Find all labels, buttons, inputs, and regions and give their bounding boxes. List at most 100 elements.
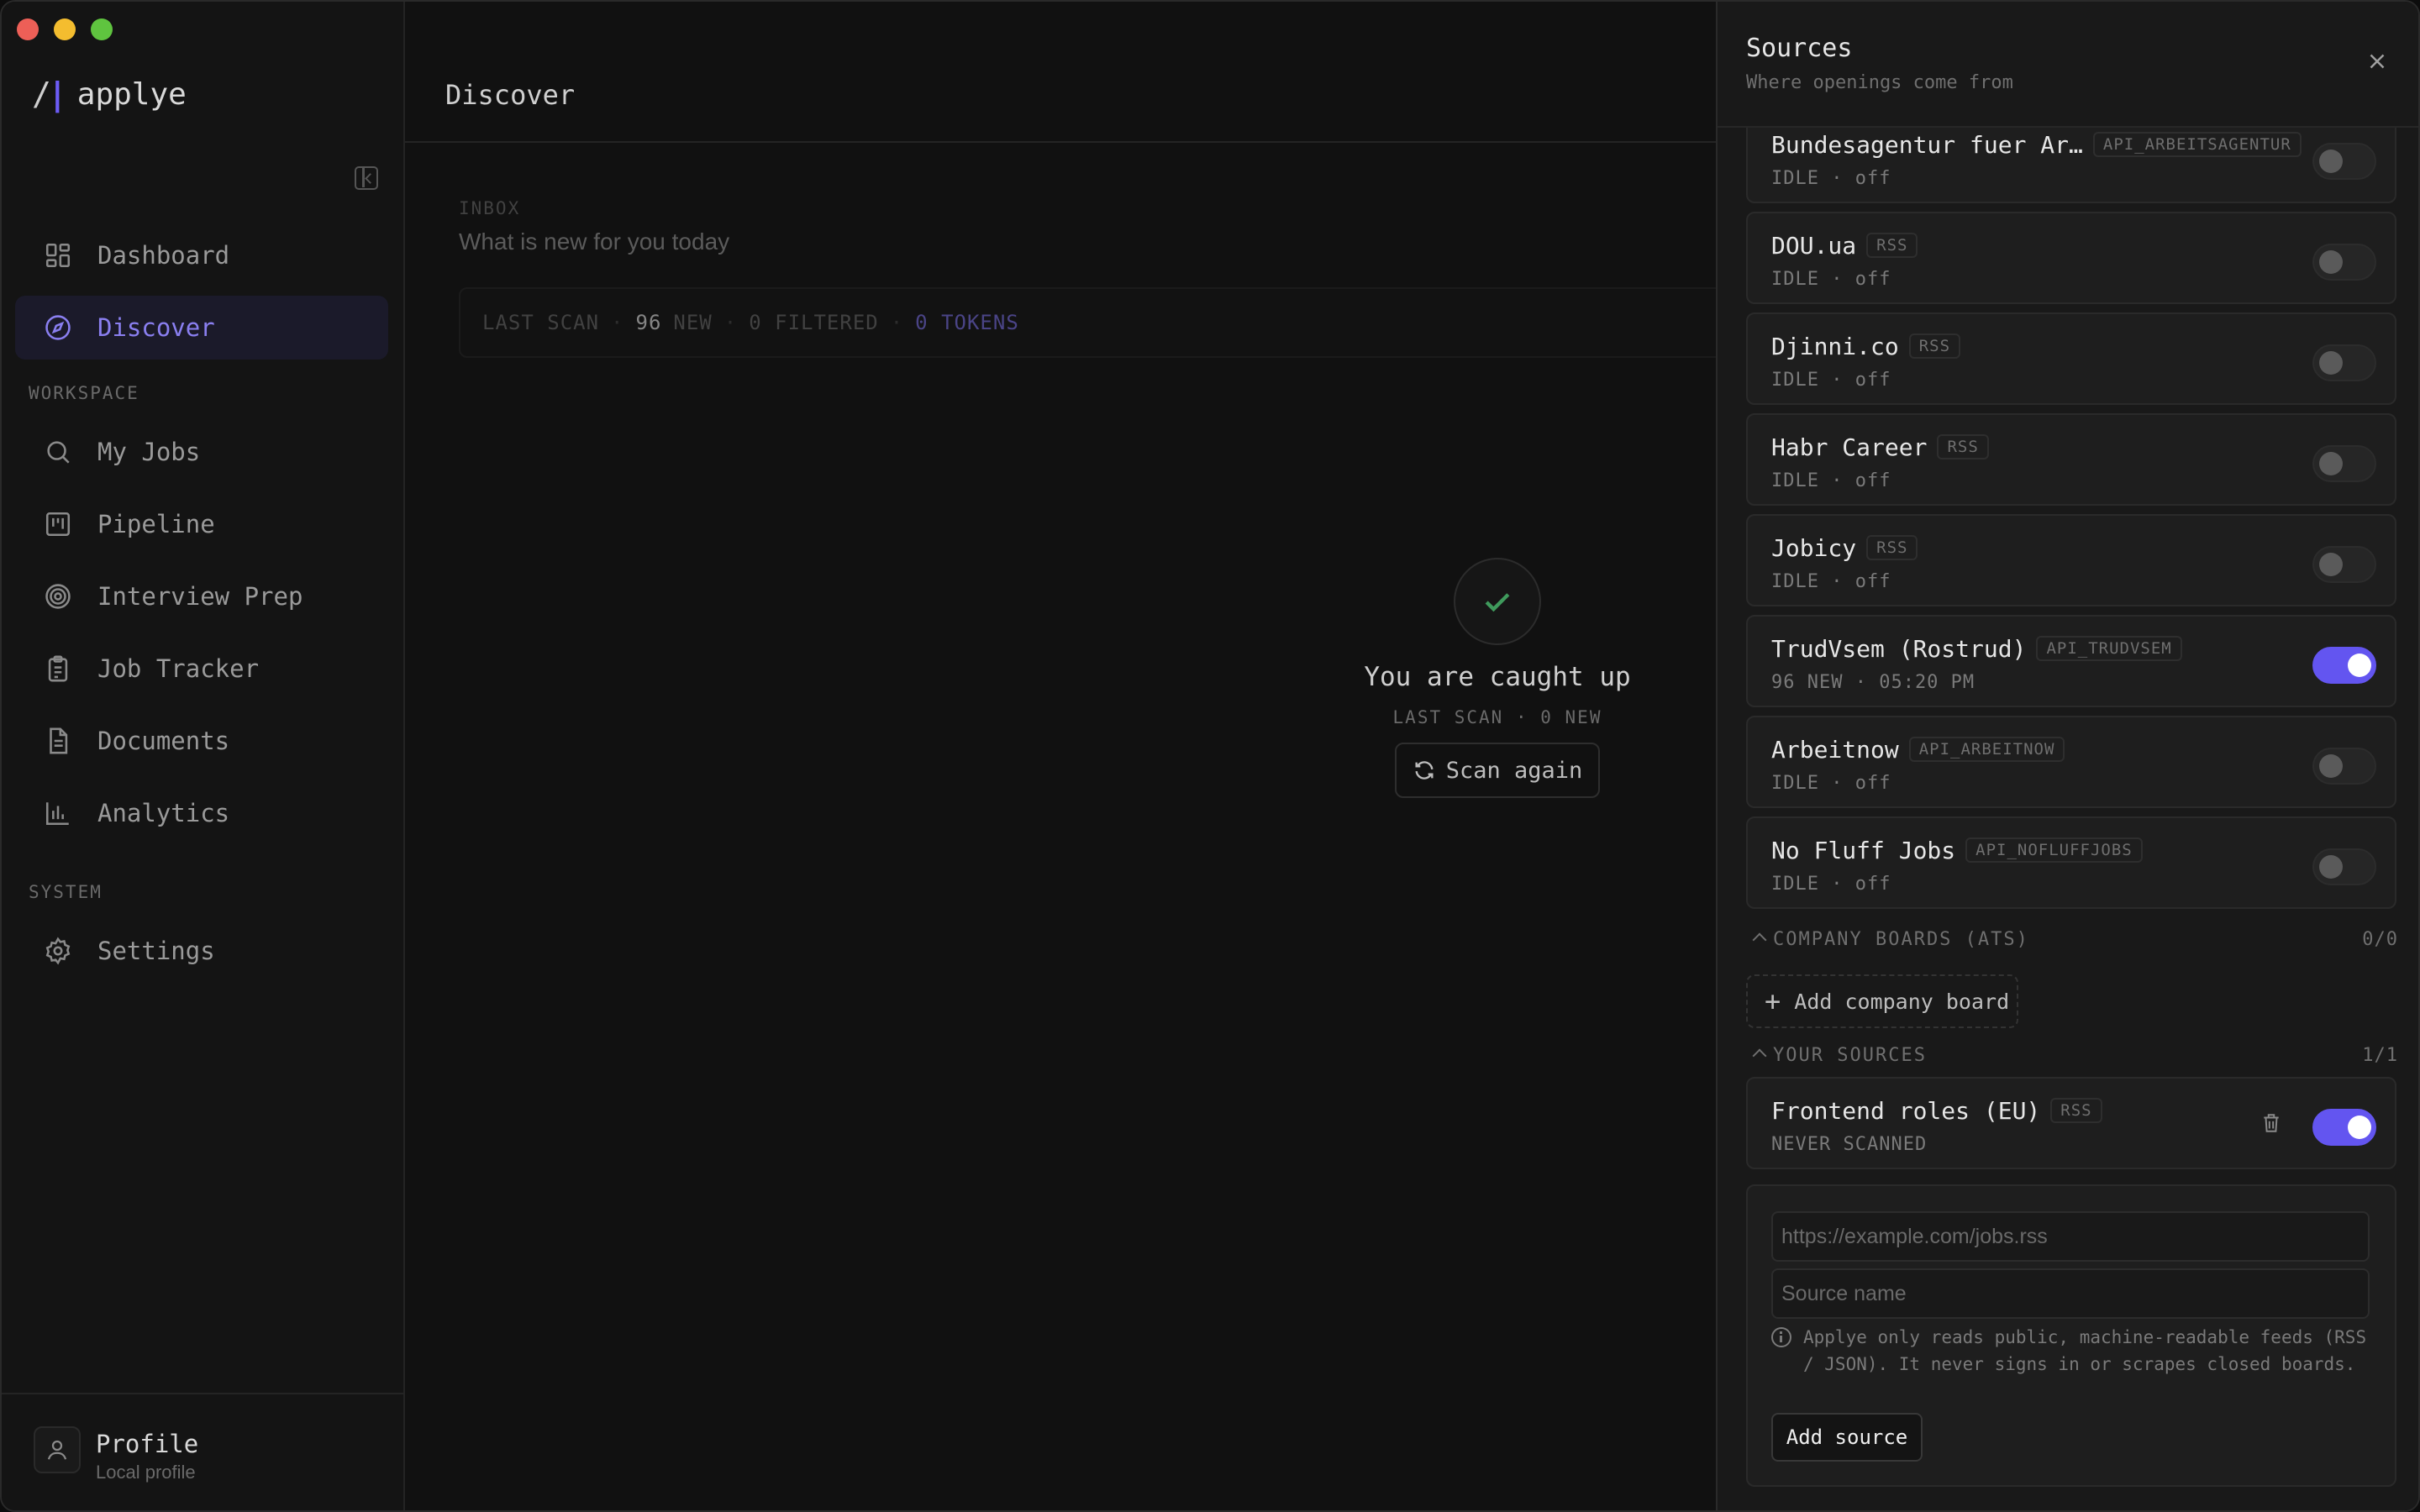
source-name: Habr Career xyxy=(1771,433,1928,461)
source-card: No Fluff Jobs API_NOFLUFFJOBS IDLE · off xyxy=(1746,816,2396,909)
source-status: IDLE · off xyxy=(1771,470,1891,491)
logo-icon: /| xyxy=(32,76,67,113)
search-icon xyxy=(44,438,72,466)
group-count: 1/1 xyxy=(2362,1045,2398,1066)
source-type-badge: API_ARBEITSAGENTUR xyxy=(2092,132,2302,157)
close-window-button[interactable] xyxy=(17,18,39,40)
scan-summary-bar: LAST SCAN · 96 NEW · 0 FILTERED · 0 TOKE… xyxy=(459,287,1803,358)
compass-icon xyxy=(44,313,72,342)
sidebar-item-job-tracker[interactable]: Job Tracker xyxy=(15,637,388,701)
source-card: Djinni.co RSS IDLE · off xyxy=(1746,312,2396,405)
source-type-badge: RSS xyxy=(1908,333,1961,359)
source-toggle[interactable] xyxy=(2312,244,2376,281)
plus-icon: + xyxy=(1765,985,1781,1017)
sidebar-item-interview-prep[interactable]: Interview Prep xyxy=(15,564,388,628)
profile-subtitle: Local profile xyxy=(96,1462,196,1483)
source-name: No Fluff Jobs xyxy=(1771,837,1956,864)
source-status: IDLE · off xyxy=(1771,269,1891,290)
brand-name: applye xyxy=(76,76,187,112)
window-controls xyxy=(17,18,113,40)
gear-icon xyxy=(44,937,72,965)
collapse-sidebar-icon[interactable] xyxy=(355,166,378,190)
source-name-input[interactable] xyxy=(1771,1268,2370,1319)
source-name: Jobicy xyxy=(1771,534,1857,562)
sidebar-item-documents[interactable]: Documents xyxy=(15,709,388,773)
toggle-knob xyxy=(2319,150,2343,173)
profile-section[interactable]: Profile Local profile xyxy=(2,1393,405,1510)
source-type-badge: API_ARBEITNOW xyxy=(1908,737,2065,762)
brand[interactable]: /| applye xyxy=(32,76,187,113)
add-company-board-label: Add company board xyxy=(1794,989,2010,1014)
sidebar-item-discover[interactable]: Discover xyxy=(15,296,388,360)
toggle-knob xyxy=(2319,250,2343,274)
sidebar-item-settings[interactable]: Settings xyxy=(15,919,388,983)
source-name: Frontend roles (EU) xyxy=(1771,1097,2041,1125)
feed-url-input[interactable] xyxy=(1771,1211,2370,1262)
panel-subtitle: Where openings come from xyxy=(1746,72,2013,93)
source-type-badge: RSS xyxy=(1937,434,1989,459)
add-source-button[interactable]: Add source xyxy=(1771,1413,1923,1462)
group-label: YOUR SOURCES xyxy=(1773,1045,1927,1066)
sidebar-item-dashboard[interactable]: Dashboard xyxy=(15,223,388,287)
scan-again-label: Scan again xyxy=(1445,757,1583,784)
source-toggle[interactable] xyxy=(2312,748,2376,785)
info-icon xyxy=(1771,1327,1791,1347)
chevron-up-icon xyxy=(1752,1048,1767,1063)
section-label-workspace: WORKSPACE xyxy=(29,383,139,403)
source-card: TrudVsem (Rostrud) API_TRUDVSEM 96 NEW · … xyxy=(1746,615,2396,707)
sidebar-item-my-jobs[interactable]: My Jobs xyxy=(15,420,388,484)
chevron-up-icon xyxy=(1752,932,1767,948)
your-sources-header[interactable]: YOUR SOURCES 1/1 xyxy=(1751,1045,2398,1066)
source-type-badge: API_NOFLUFFJOBS xyxy=(1965,837,2143,863)
source-toggle[interactable] xyxy=(2312,647,2376,684)
sidebar-item-label: Discover xyxy=(97,313,215,342)
sidebar: /| applye Dashboard Discover WORKSPACE M… xyxy=(2,2,405,1510)
source-name: Bundesagentur fuer Ar… xyxy=(1771,131,2083,159)
trash-icon[interactable] xyxy=(2260,1110,2282,1136)
bar-chart-icon xyxy=(44,799,72,827)
sidebar-item-pipeline[interactable]: Pipeline xyxy=(15,492,388,556)
sidebar-item-label: Dashboard xyxy=(97,241,230,270)
profile-name: Profile xyxy=(96,1430,199,1458)
source-status: IDLE · off xyxy=(1771,370,1891,391)
info-text: Applye only reads public, machine-readab… xyxy=(1803,1327,2367,1374)
source-card: Habr Career RSS IDLE · off xyxy=(1746,413,2396,506)
source-type-badge: RSS xyxy=(1866,535,1918,560)
source-status: IDLE · off xyxy=(1771,168,1891,189)
source-status: 96 NEW · 05:20 PM xyxy=(1771,672,1975,693)
source-type-badge: RSS xyxy=(2050,1098,2102,1123)
page-title: Discover xyxy=(445,79,576,111)
add-company-board-button[interactable]: + Add company board xyxy=(1746,974,2018,1028)
source-toggle[interactable] xyxy=(2312,344,2376,381)
source-toggle[interactable] xyxy=(2312,546,2376,583)
maximize-window-button[interactable] xyxy=(91,18,113,40)
sidebar-item-label: Interview Prep xyxy=(97,582,303,611)
panel-title: Sources xyxy=(1746,34,1853,63)
source-toggle[interactable] xyxy=(2312,445,2376,482)
toggle-knob xyxy=(2319,754,2343,778)
scan-again-button[interactable]: Scan again xyxy=(1395,743,1600,798)
refresh-icon xyxy=(1415,761,1434,780)
toggle-knob xyxy=(2348,654,2371,677)
inbox-label: INBOX xyxy=(459,198,521,218)
sidebar-item-label: Pipeline xyxy=(97,510,215,538)
panel-header: Sources Where openings come from xyxy=(1718,2,2418,128)
close-icon[interactable] xyxy=(2365,49,2390,74)
inbox-title: What is new for you today xyxy=(459,228,730,255)
scan-new-count: 96 xyxy=(635,311,662,334)
source-card: DOU.ua RSS IDLE · off xyxy=(1746,212,2396,304)
sources-panel: Sources Where openings come from Bundesa… xyxy=(1716,2,2418,1510)
source-toggle[interactable] xyxy=(2312,143,2376,180)
toggle-knob xyxy=(2319,855,2343,879)
target-icon xyxy=(44,582,72,611)
sidebar-item-analytics[interactable]: Analytics xyxy=(15,781,388,845)
company-boards-header[interactable]: COMPANY BOARDS (ATS) 0/0 xyxy=(1751,929,2398,950)
source-status: IDLE · off xyxy=(1771,773,1891,794)
source-toggle[interactable] xyxy=(2312,1109,2376,1146)
empty-title: You are caught up xyxy=(1364,662,1631,692)
minimize-window-button[interactable] xyxy=(54,18,76,40)
source-status: IDLE · off xyxy=(1771,571,1891,592)
sidebar-item-label: Settings xyxy=(97,937,215,965)
clipboard-icon xyxy=(44,654,72,683)
source-toggle[interactable] xyxy=(2312,848,2376,885)
